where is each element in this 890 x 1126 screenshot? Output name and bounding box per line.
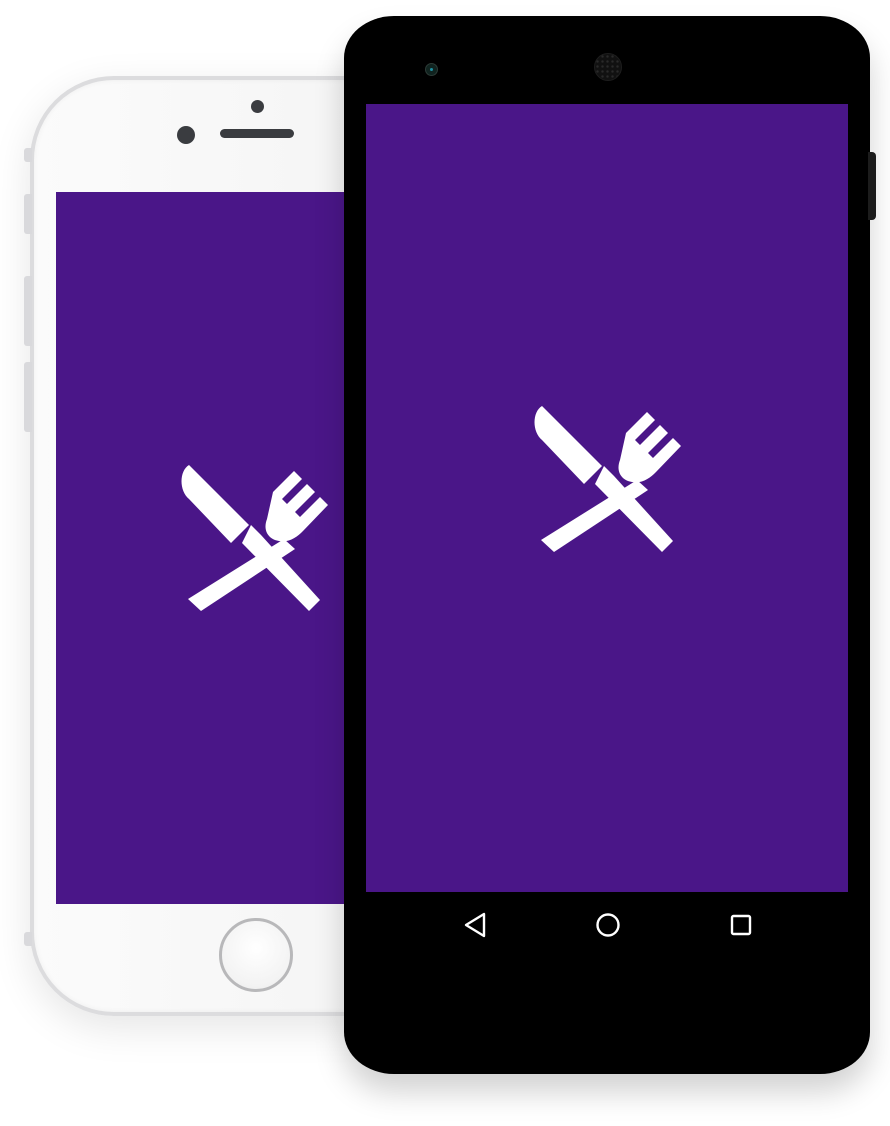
iphone-side-button — [24, 362, 32, 432]
android-front-camera — [425, 63, 438, 76]
iphone-front-camera — [177, 126, 195, 144]
back-triangle-icon[interactable] — [458, 908, 492, 942]
iphone-mute-switch — [24, 148, 32, 162]
fork-knife-icon — [534, 406, 681, 552]
android-screen — [366, 104, 848, 892]
android-power-button — [868, 152, 876, 220]
iphone-volume-down-button — [24, 276, 32, 346]
recents-square-icon[interactable] — [724, 908, 758, 942]
iphone-volume-up-button — [24, 194, 32, 234]
android-earpiece-speaker — [594, 53, 622, 81]
iphone-screen — [56, 192, 376, 904]
iphone-proximity-sensor — [251, 100, 264, 113]
iphone-earpiece-speaker — [220, 129, 294, 138]
iphone-bottom-notch — [24, 932, 32, 946]
fork-knife-icon — [181, 465, 328, 611]
home-button-icon[interactable] — [219, 918, 293, 992]
home-circle-icon[interactable] — [591, 908, 625, 942]
